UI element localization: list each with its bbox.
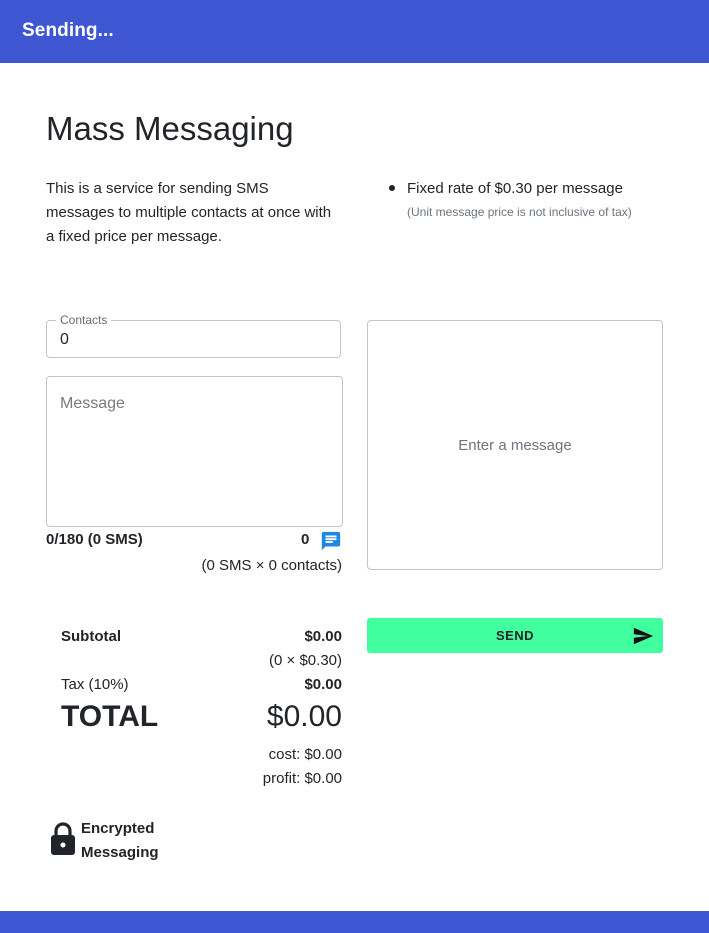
profit-value: profit: $0.00 [262,770,342,787]
subtotal-label: Subtotal [61,628,121,645]
tax-value: $0.00 [304,676,342,693]
contacts-field[interactable]: Contacts 0 [46,313,341,358]
encrypted-messaging-label: Encrypted Messaging [81,820,159,861]
feature-item: Fixed rate of $0.30 per message (Unit me… [388,178,632,222]
message-preview: Enter a message [367,320,663,570]
cost-value: cost: $0.00 [268,746,342,763]
top-app-bar: Sending... [0,0,709,63]
service-description: This is a service for sending SMS messag… [46,180,332,245]
send-icon [633,627,654,645]
page-title: Mass Messaging [46,110,294,147]
features-list: Fixed rate of $0.30 per message (Unit me… [388,178,632,222]
sms-formula: (0 SMS × 0 contacts) [201,557,342,574]
app-bar-title: Sending... [22,20,114,41]
bullet-icon [389,185,395,191]
fixed-rate-text: Fixed rate of $0.30 per message [407,180,623,197]
send-button[interactable]: SEND [367,618,663,653]
tax-note: (Unit message price is not inclusive of … [407,205,632,219]
character-count: 0/180 (0 SMS) [46,531,143,548]
subtotal-value: $0.00 [304,628,342,645]
sms-count: 0 [301,531,310,548]
preview-placeholder: Enter a message [458,436,572,454]
send-label: SEND [495,628,535,643]
sms-icon [321,531,341,551]
subtotal-formula: (0 × $0.30) [269,652,342,669]
lock-icon [51,822,75,855]
message-placeholder: Message [60,395,125,412]
tax-label: Tax (10%) [61,676,129,693]
total-value: $0.00 [266,700,342,733]
contacts-value: 0 [60,331,69,348]
bottom-bar [0,911,709,933]
contacts-label: Contacts [56,313,112,327]
total-label: TOTAL [61,700,159,733]
message-input[interactable]: Message [46,376,343,527]
